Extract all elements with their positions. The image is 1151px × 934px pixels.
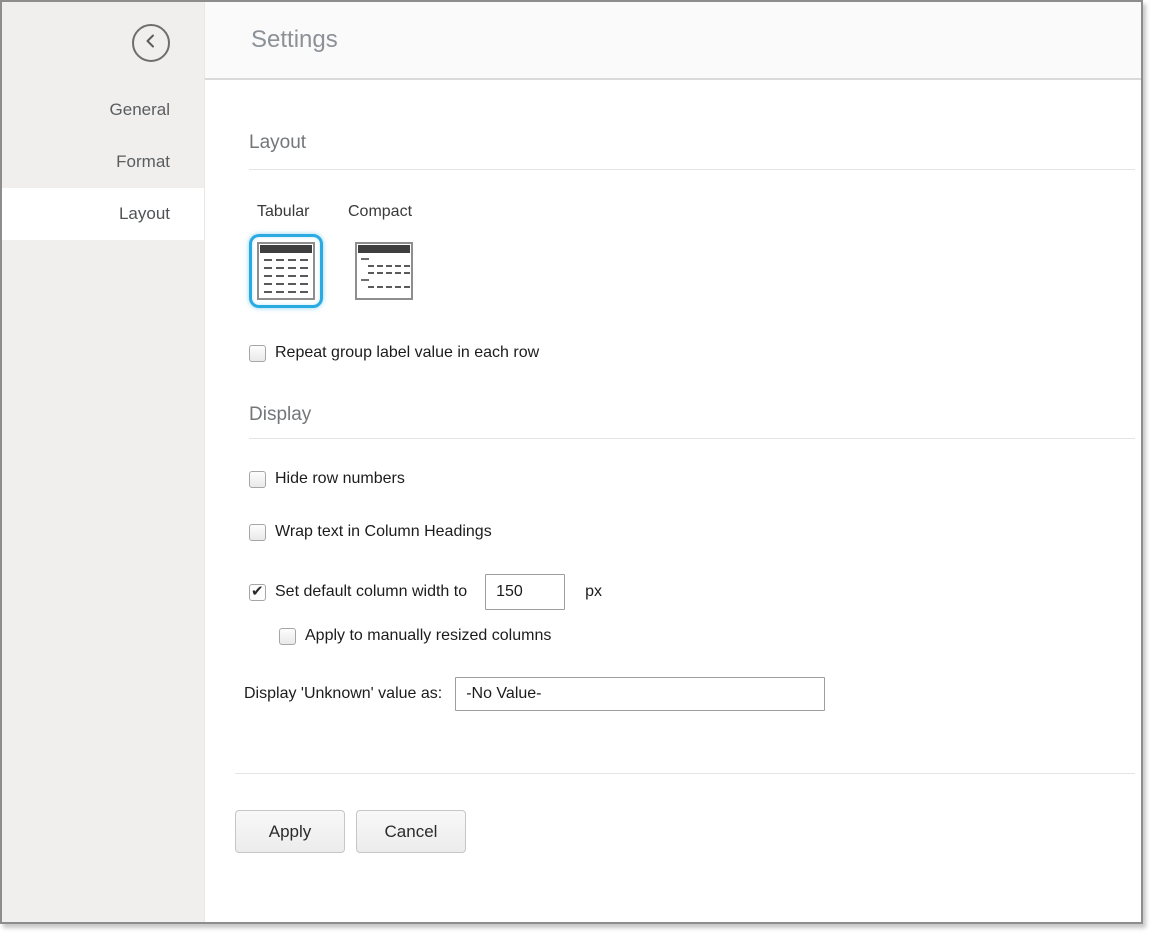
default-column-width-text: Set default column width to	[275, 583, 467, 601]
default-column-width-checkbox[interactable]	[249, 584, 266, 601]
default-column-width-input[interactable]	[485, 574, 565, 610]
footer-actions: Apply Cancel	[235, 810, 1135, 853]
hide-row-numbers-checkbox[interactable]	[249, 471, 266, 488]
sidebar-item-general[interactable]: General	[2, 84, 204, 136]
table-header-bar	[358, 245, 410, 253]
settings-main-panel: Settings Layout Tabular Compact	[204, 2, 1141, 922]
layout-section-divider	[249, 169, 1135, 170]
layout-section-heading: Layout	[249, 132, 1135, 154]
compact-option-label: Compact	[345, 203, 412, 221]
tabular-table-icon	[257, 242, 315, 300]
unknown-value-label: Display 'Unknown' value as:	[244, 685, 442, 703]
back-button[interactable]	[132, 24, 170, 62]
cancel-button[interactable]: Cancel	[356, 810, 466, 853]
wrap-headings-row: Wrap text in Column Headings	[249, 523, 1135, 541]
display-section-divider	[249, 438, 1135, 439]
footer-divider	[235, 773, 1135, 774]
settings-header: Settings	[205, 2, 1141, 80]
sidebar-item-label: Format	[116, 152, 170, 172]
settings-sidebar: General Format Layout	[2, 2, 204, 922]
apply-resized-columns-text: Apply to manually resized columns	[305, 627, 551, 645]
settings-window: General Format Layout Settings Layout Ta…	[0, 0, 1143, 924]
layout-option-labels: Tabular Compact	[249, 203, 1135, 221]
sidebar-item-label: General	[110, 100, 170, 120]
px-unit-label: px	[585, 583, 602, 601]
sidebar-item-format[interactable]: Format	[2, 136, 204, 188]
sidebar-item-layout[interactable]: Layout	[2, 188, 204, 240]
apply-resized-columns-row: Apply to manually resized columns	[279, 627, 1135, 645]
repeat-group-label-text: Repeat group label value in each row	[275, 344, 539, 362]
display-section-heading: Display	[249, 404, 1135, 426]
layout-option-row	[249, 234, 1135, 308]
settings-content: Layout Tabular Compact	[205, 80, 1141, 922]
back-button-area	[2, 2, 204, 84]
wrap-headings-checkbox[interactable]	[249, 524, 266, 541]
chevron-left-icon	[142, 32, 160, 55]
compact-option[interactable]	[347, 234, 421, 308]
hide-row-numbers-text: Hide row numbers	[275, 470, 405, 488]
repeat-group-label-row: Repeat group label value in each row	[249, 344, 1135, 362]
compact-table-icon	[355, 242, 413, 300]
apply-resized-columns-checkbox[interactable]	[279, 628, 296, 645]
hide-row-numbers-row: Hide row numbers	[249, 470, 1135, 488]
tabular-option-label: Tabular	[249, 203, 345, 221]
repeat-group-label-checkbox[interactable]	[249, 345, 266, 362]
unknown-value-row: Display 'Unknown' value as:	[244, 677, 1135, 711]
default-column-width-row: Set default column width to px	[249, 574, 1135, 610]
table-header-bar	[260, 245, 312, 253]
apply-button[interactable]: Apply	[235, 810, 345, 853]
tabular-option[interactable]	[249, 234, 323, 308]
wrap-headings-text: Wrap text in Column Headings	[275, 523, 492, 541]
sidebar-item-label: Layout	[119, 204, 170, 224]
unknown-value-input[interactable]	[455, 677, 825, 711]
page-title: Settings	[251, 26, 338, 54]
